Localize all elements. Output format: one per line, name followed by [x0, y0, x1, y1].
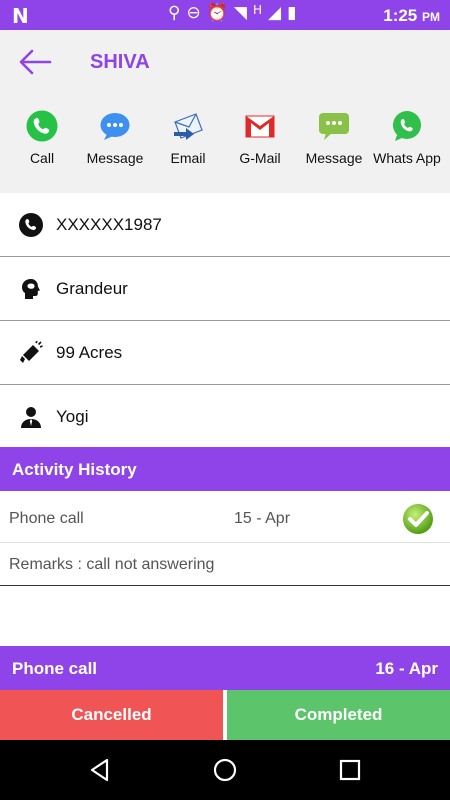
phone-icon	[26, 110, 58, 142]
back-arrow-icon[interactable]	[18, 48, 52, 76]
person-icon	[21, 407, 41, 428]
wifi-icon: ◥	[233, 3, 253, 23]
gmail-action[interactable]: G-Mail	[222, 110, 298, 166]
email-label: Email	[170, 150, 206, 166]
history-entry: Phone call 15 - Apr	[0, 491, 450, 543]
contact-header: SHIVA Call Message Email G-Mail Message …	[0, 30, 450, 193]
sms-icon	[319, 113, 349, 140]
signal-icon: ◢	[267, 3, 288, 23]
agent-name: Yogi	[56, 407, 89, 426]
home-circle-icon[interactable]	[212, 757, 238, 783]
action-bar: Call Message Email G-Mail Message Whats …	[0, 110, 450, 170]
phone-number-row[interactable]: XXXXXX1987	[0, 193, 450, 257]
dnd-icon: ⊖	[186, 3, 207, 23]
email-action[interactable]: Email	[150, 110, 226, 166]
recents-square-icon[interactable]	[337, 757, 363, 783]
message-bubble-icon	[100, 113, 130, 140]
whatsapp-action[interactable]: Whats App	[369, 110, 445, 166]
lead-source: 99 Acres	[56, 343, 123, 362]
sms-action[interactable]: Message	[296, 110, 372, 166]
head-thought-icon	[22, 279, 40, 299]
next-activity-bar: Phone call 16 - Apr	[0, 646, 450, 690]
history-activity-type: Phone call	[9, 510, 84, 527]
page-title: SHIVA	[90, 51, 150, 73]
carrier-logo: N	[12, 4, 29, 28]
megaphone-icon	[20, 341, 43, 363]
call-action[interactable]: Call	[4, 110, 80, 166]
project-row: Grandeur	[0, 257, 450, 321]
h-network-icon: H	[252, 3, 268, 17]
history-remarks-text: Remarks : call not answering	[9, 556, 215, 573]
alarm-icon: ⏰	[206, 3, 234, 23]
history-remarks: Remarks : call not answering	[0, 543, 450, 586]
gmail-icon	[245, 115, 275, 138]
message-action[interactable]: Message	[77, 110, 153, 166]
completed-button[interactable]: Completed	[227, 690, 450, 740]
phone-circle-icon	[19, 213, 43, 237]
call-label: Call	[29, 150, 55, 166]
project-name: Grandeur	[56, 279, 128, 298]
whatsapp-icon	[393, 111, 421, 141]
clock-ampm: PM	[422, 10, 440, 24]
back-triangle-icon[interactable]	[87, 757, 113, 783]
whatsapp-label: Whats App	[373, 150, 441, 166]
history-activity-date: 15 - Apr	[234, 510, 291, 527]
location-icon: ⚲	[168, 3, 187, 23]
next-activity-date: 16 - Apr	[375, 659, 438, 678]
clock-time: 1:25	[383, 6, 418, 25]
phone-number: XXXXXX1987	[56, 215, 162, 234]
status-icons: ⚲⊖⏰◥H◢▮	[168, 3, 302, 23]
status-bar: N ⚲⊖⏰◥H◢▮ 1:25 PM	[0, 0, 450, 30]
activity-history-header: Activity History	[0, 447, 450, 491]
navigation-bar	[0, 740, 450, 800]
message-label: Message	[86, 150, 144, 166]
check-icon	[403, 504, 433, 534]
cancelled-button[interactable]: Cancelled	[0, 690, 223, 740]
email-icon	[174, 113, 203, 140]
battery-icon: ▮	[287, 3, 303, 23]
activity-history-title: Activity History	[12, 460, 137, 479]
gmail-label: G-Mail	[239, 150, 281, 166]
next-activity-type: Phone call	[12, 659, 98, 678]
clock: 1:25 PM	[383, 6, 440, 26]
sms-label: Message	[305, 150, 363, 166]
agent-row: Yogi	[0, 385, 450, 449]
source-row: 99 Acres	[0, 321, 450, 385]
